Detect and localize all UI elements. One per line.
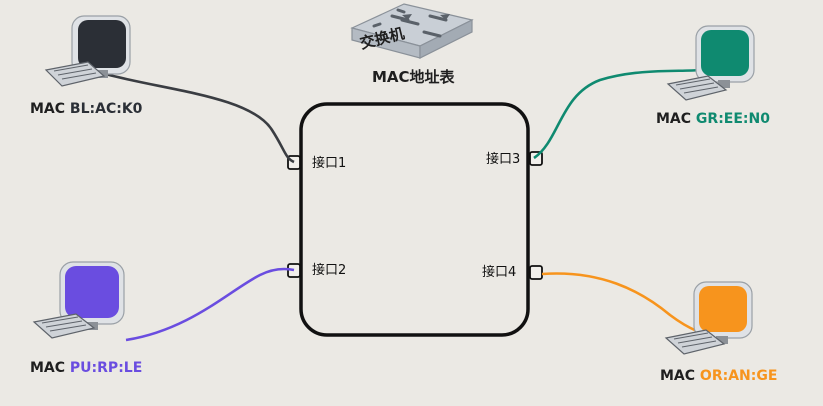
mac-prefix-green: MAC: [656, 111, 691, 127]
mac-prefix-purple: MAC: [30, 360, 65, 376]
port-4-socket: [529, 265, 543, 280]
mac-prefix-orange: MAC: [660, 368, 695, 384]
monitor-screen-purple: [65, 266, 119, 318]
cable-black: [97, 70, 295, 164]
port-1-label: 接口1: [312, 155, 346, 171]
monitor-screen-orange: [699, 286, 747, 332]
mac-label-purple: MAC PU:RP:LE: [30, 360, 142, 376]
computer-black: [44, 15, 131, 87]
mac-table-label: MAC地址表: [372, 68, 456, 86]
monitor-screen-black: [78, 20, 126, 68]
computer-green: [666, 25, 755, 101]
mac-label-green: MAC GR:EE:N0: [656, 111, 770, 127]
port-2-label: 接口2: [312, 262, 346, 278]
monitor-screen-green: [701, 30, 749, 76]
mac-label-orange: MAC OR:AN:GE: [660, 368, 777, 384]
computer-purple: [32, 261, 125, 339]
mac-value-green: GR:EE:N0: [696, 111, 770, 127]
mac-value-orange: OR:AN:GE: [700, 368, 778, 384]
computer-orange: [664, 281, 753, 355]
mac-prefix-black: MAC: [30, 101, 65, 117]
mac-table-prefix: MAC: [372, 68, 410, 86]
network-diagram: 交换机 MAC地址表 接口1 接口2 接口3 接口4 MAC BL:AC:K0: [30, 3, 777, 384]
switch-body: [299, 102, 530, 337]
mac-value-black: BL:AC:K0: [70, 101, 143, 117]
mac-label-black: MAC BL:AC:K0: [30, 101, 143, 117]
mac-table-suffix: 地址表: [410, 68, 456, 86]
cable-purple: [125, 267, 295, 342]
port-4-label: 接口4: [482, 264, 516, 280]
port-3-label: 接口3: [486, 151, 520, 167]
cable-orange: [541, 272, 717, 336]
mac-value-purple: PU:RP:LE: [70, 360, 142, 376]
